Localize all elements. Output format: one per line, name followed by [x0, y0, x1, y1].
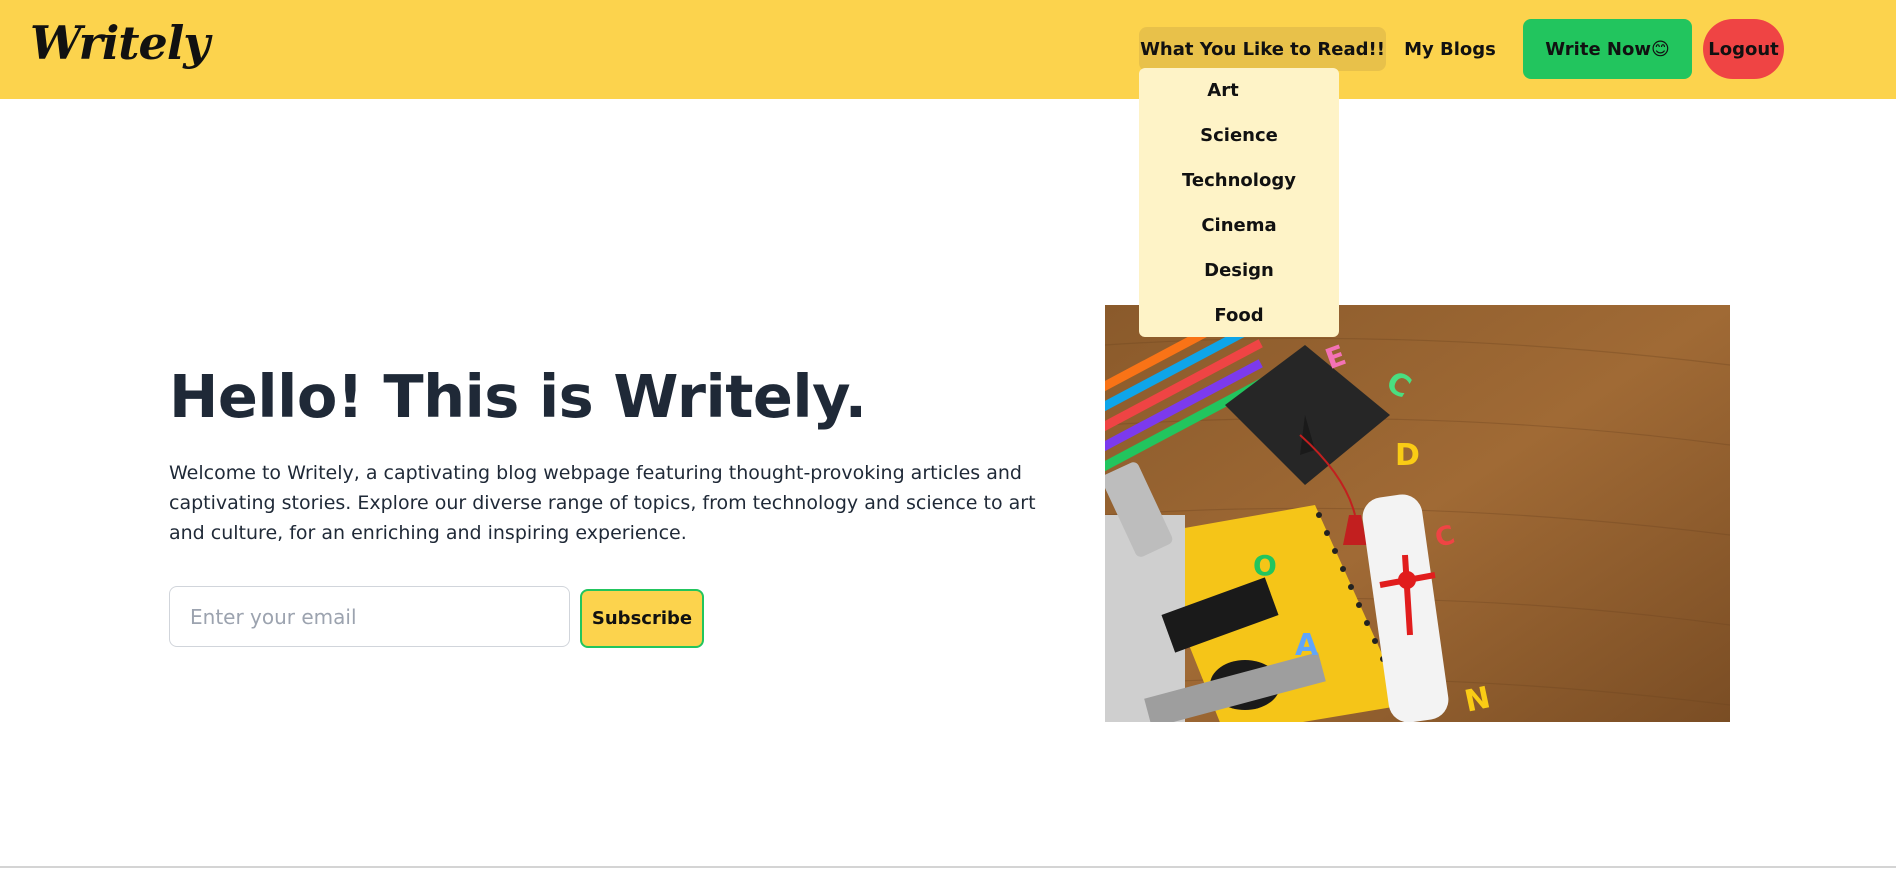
- logout-button[interactable]: Logout: [1703, 19, 1784, 79]
- dropdown-item-food[interactable]: Food: [1139, 293, 1339, 338]
- dropdown-item-technology[interactable]: Technology: [1139, 158, 1339, 203]
- hero-title: Hello! This is Writely.: [169, 362, 867, 431]
- dropdown-item-science[interactable]: Science: [1139, 113, 1339, 158]
- reading-categories-dropdown-button[interactable]: What You Like to Read!!: [1139, 27, 1386, 71]
- categories-dropdown-menu: Art Science Technology Cinema Design Foo…: [1139, 68, 1339, 337]
- write-now-button[interactable]: Write Now😊: [1523, 19, 1692, 79]
- navbar: Writely What You Like to Read!! My Blogs…: [0, 0, 1896, 99]
- hero-description: Welcome to Writely, a captivating blog w…: [169, 462, 1036, 544]
- email-input[interactable]: [169, 586, 570, 647]
- dropdown-item-art[interactable]: Art: [1139, 68, 1339, 113]
- logo[interactable]: Writely: [30, 16, 210, 70]
- my-blogs-link[interactable]: My Blogs: [1398, 27, 1502, 71]
- letter-d: D: [1395, 438, 1420, 473]
- dropdown-item-design[interactable]: Design: [1139, 248, 1339, 293]
- dropdown-item-cinema[interactable]: Cinema: [1139, 203, 1339, 248]
- subscribe-button[interactable]: Subscribe: [580, 589, 704, 648]
- footer-divider: [0, 866, 1896, 868]
- hero-image: E C D C O A N: [1105, 305, 1730, 722]
- letter-o: O: [1253, 549, 1277, 582]
- letter-a: A: [1295, 628, 1319, 663]
